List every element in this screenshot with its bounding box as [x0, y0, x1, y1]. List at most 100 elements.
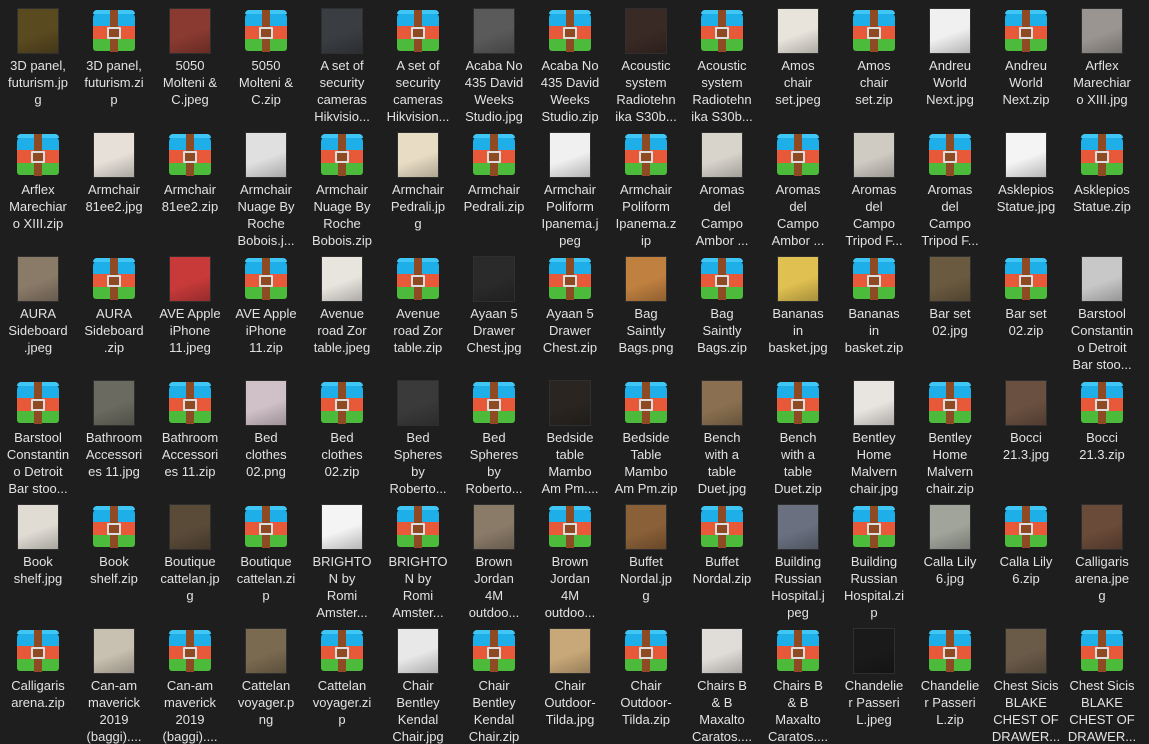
file-item[interactable]: BRIGHTO N by Romi Amster...: [304, 496, 380, 620]
file-name-line: Russian: [850, 570, 898, 586]
file-item[interactable]: Acaba No 435 David Weeks Studio.zip: [532, 0, 608, 124]
file-item[interactable]: A set of security cameras Hikvision...: [380, 0, 456, 124]
archive-icon: [93, 506, 135, 548]
file-item[interactable]: Chair Bentley Kendal Chair.zip: [456, 620, 532, 744]
file-item[interactable]: Bocci 21.3.jpg: [988, 372, 1064, 496]
file-item[interactable]: Bench with a table Duet.zip: [760, 372, 836, 496]
file-item[interactable]: Bar set 02.zip: [988, 248, 1064, 372]
file-item[interactable]: Calla Lily 6.jpg: [912, 496, 988, 620]
file-item[interactable]: Chair Outdoor- Tilda.jpg: [532, 620, 608, 744]
file-item[interactable]: Armchair Pedrali.jp g: [380, 124, 456, 248]
file-item[interactable]: Chairs B & B Maxalto Caratos....: [684, 620, 760, 744]
file-item[interactable]: Andreu World Next.zip: [988, 0, 1064, 124]
file-item[interactable]: AURA Sideboard .zip: [76, 248, 152, 372]
file-item[interactable]: Book shelf.jpg: [0, 496, 76, 620]
file-item[interactable]: Brown Jordan 4M outdoo...: [532, 496, 608, 620]
file-item[interactable]: Acoustic system Radiotehn ika S30b...: [608, 0, 684, 124]
file-item[interactable]: Amos chair set.jpeg: [760, 0, 836, 124]
file-name-line: Bathroom: [161, 430, 219, 445]
file-item[interactable]: Bed clothes 02.png: [228, 372, 304, 496]
file-name-line: Asklepios: [998, 182, 1054, 197]
file-name: Calla Lily 6.jpg: [913, 553, 987, 587]
file-item[interactable]: Calligaris arena.zip: [0, 620, 76, 744]
file-item[interactable]: Arflex Marechiar o XIII.jpg: [1064, 0, 1140, 124]
file-item[interactable]: Chandelie r Passeri L.jpeg: [836, 620, 912, 744]
file-item[interactable]: Bed Spheres by Roberto...: [456, 372, 532, 496]
file-item[interactable]: Book shelf.zip: [76, 496, 152, 620]
file-item[interactable]: Arflex Marechiar o XIII.zip: [0, 124, 76, 248]
file-item[interactable]: Bentley Home Malvern chair.zip: [912, 372, 988, 496]
file-item[interactable]: Bed Spheres by Roberto...: [380, 372, 456, 496]
file-item[interactable]: Avenue road Zor table.zip: [380, 248, 456, 372]
file-item[interactable]: Cattelan voyager.p ng: [228, 620, 304, 744]
file-item[interactable]: Andreu World Next.jpg: [912, 0, 988, 124]
file-item[interactable]: 5050 Molteni & C.zip: [228, 0, 304, 124]
file-item[interactable]: Barstool Constantin o Detroit Bar stoo...: [0, 372, 76, 496]
file-item[interactable]: Avenue road Zor table.jpeg: [304, 248, 380, 372]
file-item[interactable]: Bag Saintly Bags.zip: [684, 248, 760, 372]
file-item[interactable]: Chest Sicis BLAKE CHEST OF DRAWER...: [988, 620, 1064, 744]
file-item[interactable]: Can-am maverick 2019 (baggi)....: [76, 620, 152, 744]
file-item[interactable]: BRIGHTO N by Romi Amster...: [380, 496, 456, 620]
file-item[interactable]: Armchair 81ee2.zip: [152, 124, 228, 248]
file-item[interactable]: Cattelan voyager.zi p: [304, 620, 380, 744]
file-item[interactable]: Asklepios Statue.zip: [1064, 124, 1140, 248]
file-item[interactable]: AURA Sideboard .jpeg: [0, 248, 76, 372]
file-item[interactable]: Acoustic system Radiotehn ika S30b...: [684, 0, 760, 124]
file-item[interactable]: Armchair Nuage By Roche Bobois.zip: [304, 124, 380, 248]
file-item[interactable]: Bench with a table Duet.jpg: [684, 372, 760, 496]
file-item[interactable]: AVE Apple iPhone 11.jpeg: [152, 248, 228, 372]
file-item[interactable]: Aromas del Campo Tripod F...: [836, 124, 912, 248]
file-item[interactable]: Bed clothes 02.zip: [304, 372, 380, 496]
file-item[interactable]: 3D panel, futurism.jp g: [0, 0, 76, 124]
file-item[interactable]: Amos chair set.zip: [836, 0, 912, 124]
file-item[interactable]: Armchair Pedrali.zip: [456, 124, 532, 248]
file-item[interactable]: Acaba No 435 David Weeks Studio.jpg: [456, 0, 532, 124]
file-item[interactable]: Chandelie r Passeri L.zip: [912, 620, 988, 744]
file-item[interactable]: Calla Lily 6.zip: [988, 496, 1064, 620]
file-item[interactable]: 3D panel, futurism.zi p: [76, 0, 152, 124]
file-item[interactable]: Bag Saintly Bags.png: [608, 248, 684, 372]
zip-archive-icon: [1080, 132, 1124, 178]
file-item[interactable]: Bocci 21.3.zip: [1064, 372, 1140, 496]
file-item[interactable]: A set of security cameras Hikvisio...: [304, 0, 380, 124]
file-name-line: Radiotehn: [616, 91, 676, 107]
file-item[interactable]: Buffet Nordal.jp g: [608, 496, 684, 620]
file-item[interactable]: Boutique cattelan.zi p: [228, 496, 304, 620]
file-item[interactable]: Ayaan 5 Drawer Chest.jpg: [456, 248, 532, 372]
file-item[interactable]: 5050 Molteni & C.jpeg: [152, 0, 228, 124]
file-item[interactable]: Bar set 02.jpg: [912, 248, 988, 372]
file-item[interactable]: Bentley Home Malvern chair.jpg: [836, 372, 912, 496]
file-item[interactable]: Armchair Poliform Ipanema.z ip: [608, 124, 684, 248]
file-item[interactable]: Building Russian Hospital.j peg: [760, 496, 836, 620]
file-item[interactable]: Boutique cattelan.jp g: [152, 496, 228, 620]
file-item[interactable]: Bathroom Accessori es 11.zip: [152, 372, 228, 496]
file-item[interactable]: Asklepios Statue.jpg: [988, 124, 1064, 248]
file-item[interactable]: Chest Sicis BLAKE CHEST OF DRAWER...: [1064, 620, 1140, 744]
file-item[interactable]: Chairs B & B Maxalto Caratos....: [760, 620, 836, 744]
file-item[interactable]: Aromas del Campo Ambor ...: [684, 124, 760, 248]
file-item[interactable]: Chair Bentley Kendal Chair.jpg: [380, 620, 456, 744]
file-item[interactable]: Barstool Constantin o Detroit Bar stoo...: [1064, 248, 1140, 372]
file-item[interactable]: Armchair 81ee2.jpg: [76, 124, 152, 248]
file-item[interactable]: Armchair Poliform Ipanema.j peg: [532, 124, 608, 248]
file-item[interactable]: AVE Apple iPhone 11.zip: [228, 248, 304, 372]
file-item[interactable]: Bathroom Accessori es 11.jpg: [76, 372, 152, 496]
file-item[interactable]: Bedside Table Mambo Am Pm.zip: [608, 372, 684, 496]
file-item[interactable]: Chair Outdoor- Tilda.zip: [608, 620, 684, 744]
file-item[interactable]: Brown Jordan 4M outdoo...: [456, 496, 532, 620]
file-item[interactable]: Bananas in basket.jpg: [760, 248, 836, 372]
file-item[interactable]: Buffet Nordal.zip: [684, 496, 760, 620]
file-item[interactable]: Armchair Nuage By Roche Bobois.j...: [228, 124, 304, 248]
file-item[interactable]: Calligaris arena.jpe g: [1064, 496, 1140, 620]
file-item[interactable]: Aromas del Campo Ambor ...: [760, 124, 836, 248]
file-item[interactable]: Building Russian Hospital.zi p: [836, 496, 912, 620]
file-name-line: Campo: [701, 215, 743, 231]
file-item[interactable]: Ayaan 5 Drawer Chest.zip: [532, 248, 608, 372]
archive-icon: [549, 505, 591, 548]
file-name-line: Bocci: [1010, 430, 1042, 445]
file-item[interactable]: Aromas del Campo Tripod F...: [912, 124, 988, 248]
file-item[interactable]: Bananas in basket.zip: [836, 248, 912, 372]
file-item[interactable]: Bedside table Mambo Am Pm....: [532, 372, 608, 496]
file-item[interactable]: Can-am maverick 2019 (baggi)....: [152, 620, 228, 744]
